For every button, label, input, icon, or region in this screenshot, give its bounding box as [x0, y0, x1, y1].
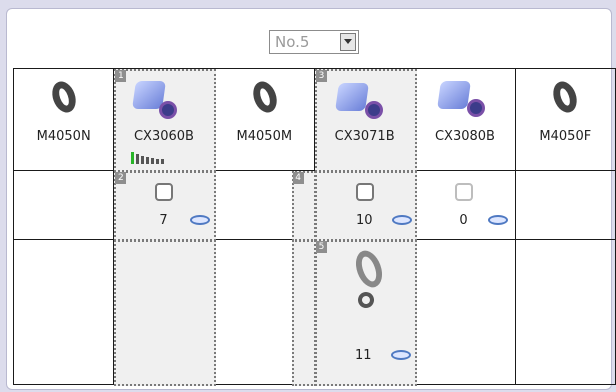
cell-r2-c4[interactable]: 10	[313, 170, 417, 241]
cell-r3-c5[interactable]	[414, 239, 516, 385]
product-label: M4050F	[539, 129, 592, 144]
slot-number: 1	[115, 70, 127, 82]
empty-slot[interactable]	[114, 240, 217, 386]
cell-r2-c6[interactable]	[514, 170, 616, 240]
cell-r3-c6[interactable]	[514, 239, 616, 385]
cell-r1-c2[interactable]: 1 CX3060B	[113, 68, 217, 172]
item-count: 11	[354, 348, 372, 363]
ring-icon	[548, 78, 581, 116]
cell-r3-c4[interactable]: 5 11	[313, 239, 417, 386]
view-icon[interactable]	[488, 215, 509, 225]
cell-r1-c6[interactable]: M4050F	[514, 68, 616, 171]
lens-ring-icon	[467, 99, 486, 117]
slot-number: 2	[115, 172, 127, 184]
square-icon	[355, 183, 374, 201]
selected-slot[interactable]	[114, 171, 217, 241]
cell-r1-c1[interactable]: M4050N	[12, 68, 115, 171]
product-grid: M4050N 1 CX3060B M4050M 3 CX3071B CX3080…	[12, 68, 616, 386]
cell-r1-c5[interactable]: CX3080B	[414, 68, 516, 171]
dropdown-arrow-button[interactable]	[340, 33, 356, 51]
cell-r2-c5[interactable]: 0	[414, 170, 516, 240]
chevron-down-icon	[344, 39, 352, 44]
slot-number: 4	[292, 172, 304, 184]
lens-ring-icon	[364, 101, 383, 119]
square-icon	[155, 183, 174, 201]
product-label: CX3060B	[133, 129, 194, 144]
cell-r2-c1[interactable]	[12, 170, 115, 240]
product-label: M4050M	[236, 129, 293, 144]
item-count: 7	[159, 213, 168, 228]
selected-slot[interactable]	[314, 171, 417, 241]
cell-r3-c1[interactable]	[12, 239, 115, 385]
square-icon	[455, 183, 474, 201]
slot-number: 3	[315, 70, 327, 82]
level-indicator	[131, 152, 181, 164]
selected-slot[interactable]	[291, 240, 316, 386]
cell-r2-c2[interactable]: 2 7	[113, 170, 217, 241]
ring-icon	[248, 78, 281, 116]
cell-r3-c3[interactable]	[213, 239, 316, 386]
slot-select[interactable]: No.5	[269, 30, 359, 54]
lens-icon	[335, 83, 369, 111]
item-count: 10	[355, 213, 373, 228]
view-icon[interactable]	[390, 350, 411, 360]
cell-r2-c3[interactable]: 4	[213, 170, 316, 241]
product-label: CX3071B	[334, 129, 395, 144]
slot-select-value: No.5	[275, 33, 310, 51]
item-count: 0	[459, 213, 468, 228]
product-label: M4050N	[36, 129, 91, 144]
product-label: CX3080B	[434, 129, 495, 144]
cell-r1-c4[interactable]: 3 CX3071B	[313, 68, 417, 172]
view-icon[interactable]	[391, 215, 412, 225]
cell-r1-c3[interactable]: M4050M	[213, 68, 315, 171]
cell-r3-c2[interactable]	[113, 239, 217, 386]
ring-icon	[48, 78, 80, 116]
lens-icon	[437, 81, 472, 109]
slot-number: 5	[315, 241, 327, 253]
